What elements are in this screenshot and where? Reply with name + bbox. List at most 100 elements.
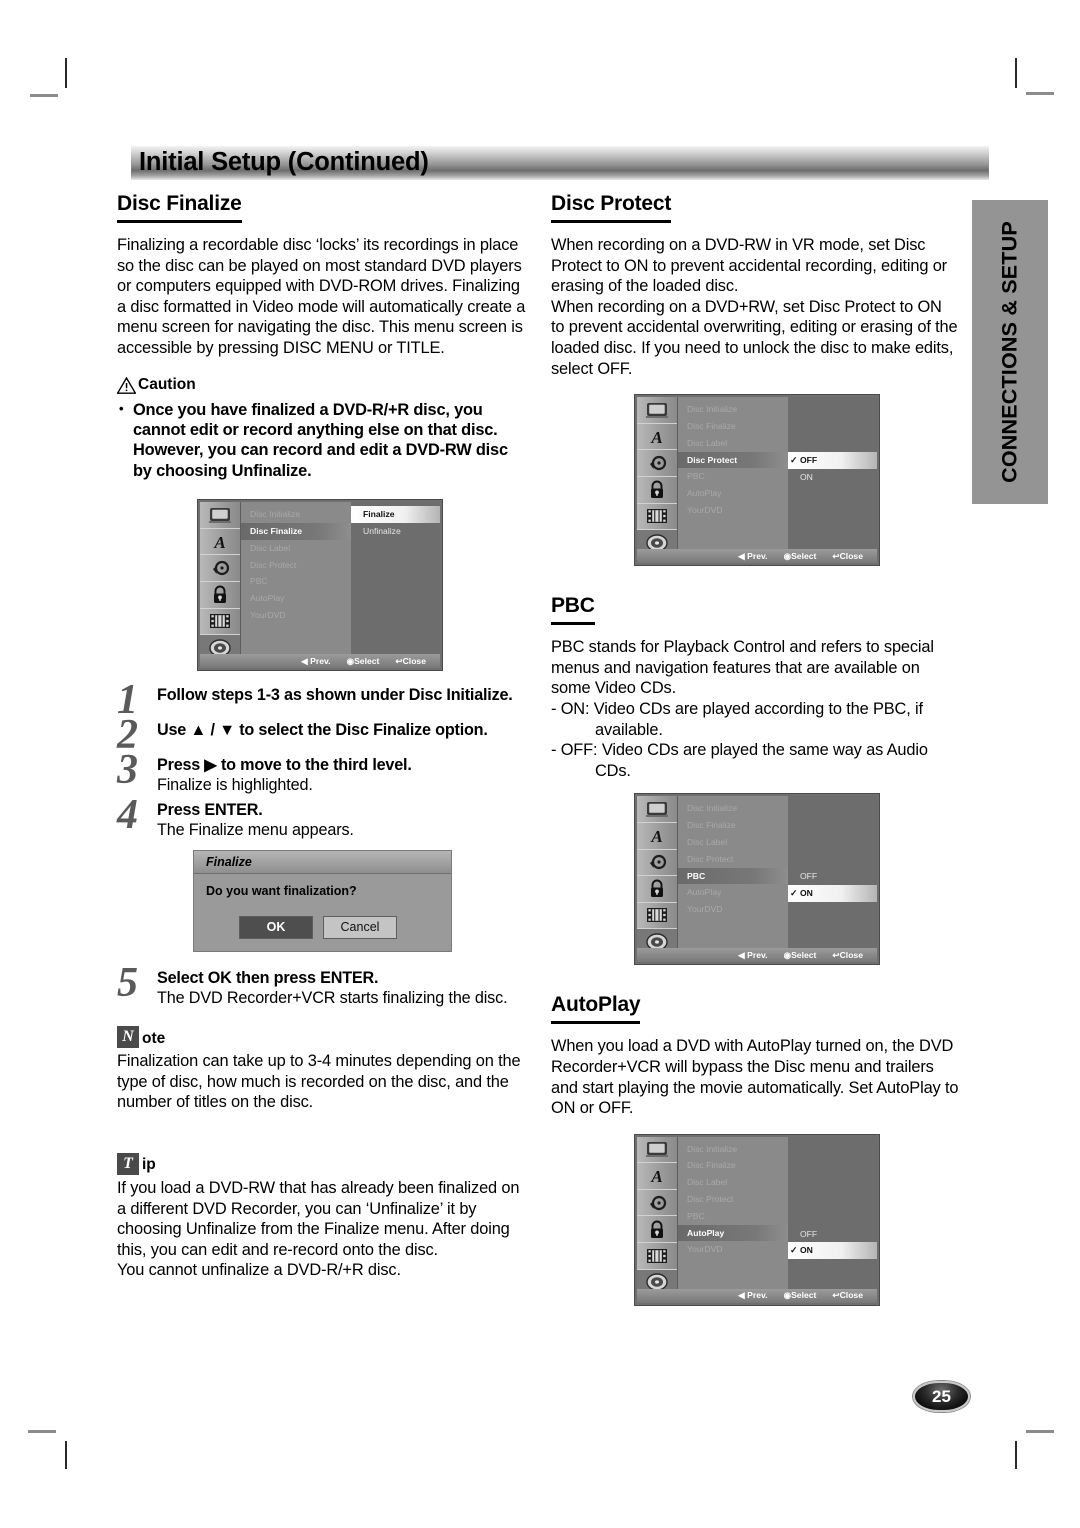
osd-option[interactable]: OFF: [788, 868, 877, 885]
padlock-icon[interactable]: [637, 477, 677, 504]
osd-footer-select[interactable]: ◉Select: [784, 1290, 817, 1301]
osd-disc-finalize: A Disc Initialize Disc Finalize Disc Lab…: [197, 499, 443, 672]
osd-option-selected[interactable]: ✓ ON: [788, 885, 877, 902]
letter-a-icon[interactable]: A: [200, 529, 240, 556]
audio-disc-icon[interactable]: [637, 850, 677, 877]
osd-footer-close[interactable]: ↩Close: [832, 551, 863, 562]
osd-option-label: ON: [800, 1245, 813, 1256]
osd-menu-item[interactable]: Disc Label: [678, 834, 788, 851]
osd-footer-select-label: Select: [791, 949, 817, 960]
osd-menu-item[interactable]: Disc Finalize: [678, 817, 788, 834]
osd-menu-item[interactable]: Disc Finalize: [678, 418, 788, 435]
osd-footer: ◀ Prev. ◉Select ↩Close: [637, 948, 877, 963]
osd-option[interactable]: OFF: [788, 1226, 877, 1243]
osd-menu-item[interactable]: Disc Initialize: [241, 506, 351, 523]
film-strip-icon[interactable]: [637, 903, 677, 930]
tv-icon[interactable]: [637, 1137, 677, 1164]
osd-menu-item[interactable]: YourDVD: [678, 901, 788, 918]
letter-a-icon[interactable]: A: [637, 1163, 677, 1190]
osd-menu-item[interactable]: Disc Finalize: [678, 1157, 788, 1174]
osd-menu-item[interactable]: Disc Initialize: [678, 1141, 788, 1158]
osd-footer-select[interactable]: ◉Select: [784, 950, 817, 961]
osd-menu-item[interactable]: Disc Label: [241, 540, 351, 557]
crop-mark-bottom-right-horizontal: [1026, 1430, 1054, 1433]
autoplay-heading: AutoPlay: [551, 993, 641, 1025]
pbc-paragraph: PBC stands for Playback Control and refe…: [551, 638, 934, 698]
osd-menu-item[interactable]: PBC: [241, 573, 351, 590]
tv-icon[interactable]: [637, 796, 677, 823]
osd-menu-item[interactable]: AutoPlay: [678, 884, 788, 901]
audio-disc-icon[interactable]: [200, 555, 240, 582]
osd-footer-prev[interactable]: ◀ Prev.: [738, 551, 767, 562]
checkmark-icon: ✓: [790, 888, 798, 899]
film-strip-icon[interactable]: [637, 504, 677, 531]
osd-footer-select[interactable]: ◉Select: [784, 551, 817, 562]
section-tab-label: CONNECTIONS & SETUP: [997, 221, 1022, 483]
audio-disc-icon[interactable]: [637, 450, 677, 477]
osd-menu-item[interactable]: Disc Initialize: [678, 401, 788, 418]
letter-a-icon[interactable]: A: [637, 424, 677, 451]
step-5-wrap: 5 Select OK then press ENTER. The DVD Re…: [117, 962, 529, 1008]
svg-text:A: A: [213, 533, 225, 551]
dialog-ok-button[interactable]: OK: [239, 916, 313, 940]
osd-menu-item[interactable]: YourDVD: [678, 1241, 788, 1258]
step-bold-text: Use ▲ / ▼ to select the Disc Finalize op…: [157, 721, 488, 740]
dialog-cancel-button[interactable]: Cancel: [323, 916, 397, 940]
disc-protect-paragraph-2: When recording on a DVD+RW, set Disc Pro…: [551, 297, 958, 378]
osd-footer-close[interactable]: ↩Close: [832, 1290, 863, 1301]
audio-disc-icon[interactable]: [637, 1190, 677, 1217]
osd-option-label: OFF: [800, 1228, 818, 1239]
osd-menu-item[interactable]: Disc Protect: [678, 851, 788, 868]
step-normal-text: The Finalize menu appears.: [157, 821, 354, 840]
crop-mark-top-right-vertical: [1015, 58, 1017, 88]
osd-menu-item[interactable]: Disc Label: [678, 1174, 788, 1191]
osd-option-selected[interactable]: ✓ ON: [788, 1242, 877, 1260]
osd-footer-prev-label: Prev.: [747, 550, 768, 561]
osd-option[interactable]: ON: [788, 469, 877, 486]
osd-menu-item[interactable]: YourDVD: [241, 607, 351, 624]
osd-menu-item[interactable]: Disc Initialize: [678, 800, 788, 817]
osd-footer: ◀ Prev. ◉Select ↩Close: [637, 1288, 877, 1303]
osd-footer-select[interactable]: ◉Select: [347, 656, 380, 667]
film-strip-icon[interactable]: [200, 609, 240, 636]
tv-icon[interactable]: [200, 502, 240, 529]
osd-menu-item-selected[interactable]: Disc Finalize: [241, 522, 351, 540]
tip-label: ip: [142, 1156, 156, 1174]
tv-icon[interactable]: [637, 397, 677, 424]
osd-menu-item-selected[interactable]: PBC: [678, 867, 788, 885]
osd-menu-item-selected[interactable]: Disc Protect: [678, 451, 788, 469]
osd-option-selected[interactable]: Finalize: [351, 506, 440, 523]
osd-footer-prev[interactable]: ◀ Prev.: [301, 656, 330, 667]
osd-footer-select-label: Select: [354, 655, 380, 666]
pbc-bullet-on-continued: available.: [595, 720, 663, 739]
osd-footer-close[interactable]: ↩Close: [395, 656, 426, 667]
osd-footer-prev[interactable]: ◀ Prev.: [738, 950, 767, 961]
padlock-icon[interactable]: [200, 582, 240, 609]
osd-footer-close-label: Close: [839, 949, 863, 960]
osd-menu-item[interactable]: PBC: [678, 1208, 788, 1225]
osd-footer-prev[interactable]: ◀ Prev.: [738, 1290, 767, 1301]
letter-a-icon[interactable]: A: [637, 823, 677, 850]
film-strip-icon[interactable]: [637, 1243, 677, 1270]
osd-option-selected[interactable]: ✓ OFF: [788, 452, 877, 469]
padlock-icon[interactable]: [637, 1216, 677, 1244]
step-bold-text: Follow steps 1-3 as shown under Disc Ini…: [157, 686, 513, 705]
padlock-icon[interactable]: [637, 876, 677, 903]
osd-option[interactable]: Unfinalize: [351, 523, 440, 540]
svg-text:A: A: [650, 428, 662, 446]
step-normal-text: Finalize is highlighted.: [157, 776, 313, 795]
osd-menu-item[interactable]: AutoPlay: [678, 485, 788, 502]
osd-menu-item[interactable]: YourDVD: [678, 502, 788, 519]
osd-menu-list: Disc Initialize Disc Finalize Disc Label…: [678, 1136, 788, 1291]
osd-footer: ◀ Prev. ◉Select ↩Close: [200, 654, 440, 669]
step-bold-text: Press ▶ to move to the third level.: [157, 756, 412, 775]
osd-menu-item[interactable]: Disc Label: [678, 435, 788, 452]
osd-menu-item[interactable]: Disc Protect: [678, 1191, 788, 1208]
osd-menu-list: Disc Initialize Disc Finalize Disc Label…: [241, 502, 351, 657]
osd-menu-item[interactable]: AutoPlay: [241, 590, 351, 607]
osd-menu-item-selected[interactable]: AutoPlay: [678, 1224, 788, 1242]
crop-mark-bottom-left-vertical: [65, 1441, 67, 1469]
osd-menu-item[interactable]: PBC: [678, 468, 788, 485]
osd-footer-close[interactable]: ↩Close: [832, 950, 863, 961]
osd-menu-item[interactable]: Disc Protect: [241, 557, 351, 574]
